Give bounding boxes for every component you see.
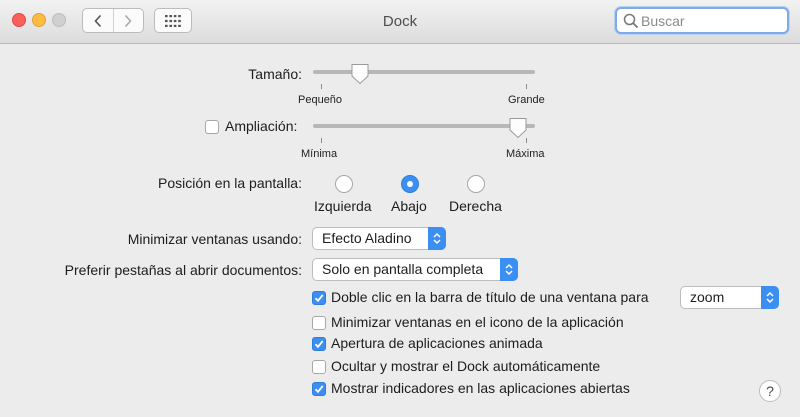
title-bar: Dock xyxy=(0,0,800,44)
double-click-checkbox[interactable] xyxy=(312,291,326,305)
search-field[interactable] xyxy=(615,7,789,34)
magnification-label: Ampliación: xyxy=(225,118,298,134)
popup-arrows-icon xyxy=(500,258,518,281)
magnification-slider-thumb[interactable] xyxy=(508,117,528,139)
animate-opening-checkbox[interactable] xyxy=(312,337,326,351)
size-slider-thumb[interactable] xyxy=(350,63,370,85)
prefer-tabs-label: Preferir pestañas al abrir documentos: xyxy=(64,262,302,278)
size-slider-track[interactable] xyxy=(313,70,535,74)
prefer-tabs-value: Solo en pantalla completa xyxy=(322,261,484,277)
magnification-checkbox[interactable] xyxy=(205,120,219,134)
autohide-dock-checkbox[interactable] xyxy=(312,360,326,374)
double-click-action-value: zoom xyxy=(690,289,725,305)
position-label: Posición en la pantalla: xyxy=(158,175,302,191)
size-tick-max xyxy=(526,84,527,89)
position-bottom-radio[interactable] xyxy=(401,175,419,193)
minimize-effect-popup[interactable]: Efecto Aladino xyxy=(312,227,446,250)
animate-opening-label: Apertura de aplicaciones animada xyxy=(331,335,543,351)
position-right-radio[interactable] xyxy=(467,175,485,193)
size-tick-min xyxy=(321,84,322,89)
checkmark-icon xyxy=(314,340,324,349)
show-indicators-checkbox[interactable] xyxy=(312,382,326,396)
prefer-tabs-popup[interactable]: Solo en pantalla completa xyxy=(312,258,518,281)
autohide-dock-label: Ocultar y mostrar el Dock automáticament… xyxy=(331,358,601,374)
minimize-into-icon-checkbox[interactable] xyxy=(312,316,326,330)
double-click-action-popup[interactable]: zoom xyxy=(680,286,779,309)
show-indicators-label: Mostrar indicadores en las aplicaciones … xyxy=(331,380,630,396)
popup-arrows-icon xyxy=(428,227,446,250)
magnification-slider-track[interactable] xyxy=(313,124,535,128)
checkmark-icon xyxy=(314,385,324,394)
checkmark-icon xyxy=(314,294,324,303)
size-label: Tamaño: xyxy=(248,66,302,82)
size-min-label: Pequeño xyxy=(298,94,343,106)
position-left-label: Izquierda xyxy=(314,198,372,214)
position-left-radio[interactable] xyxy=(335,175,353,193)
minimize-effect-value: Efecto Aladino xyxy=(322,230,412,246)
minimize-effect-label: Minimizar ventanas usando: xyxy=(127,231,302,247)
size-max-label: Grande xyxy=(508,94,545,106)
double-click-label: Doble clic en la barra de título de una … xyxy=(331,289,649,305)
popup-arrows-icon xyxy=(761,286,779,309)
position-right-label: Derecha xyxy=(449,198,502,214)
magnification-max-label: Máxima xyxy=(506,148,545,160)
magnification-tick-min xyxy=(321,138,322,143)
minimize-into-icon-label: Minimizar ventanas en el icono de la apl… xyxy=(331,314,624,330)
dock-preferences-window: Dock Tamaño: Pequeño Grande Ampliación: … xyxy=(0,0,800,417)
magnification-min-label: Mínima xyxy=(301,148,338,160)
search-icon xyxy=(623,13,639,29)
search-input[interactable] xyxy=(641,10,781,31)
help-button[interactable]: ? xyxy=(759,380,781,402)
position-bottom-label: Abajo xyxy=(391,198,427,214)
